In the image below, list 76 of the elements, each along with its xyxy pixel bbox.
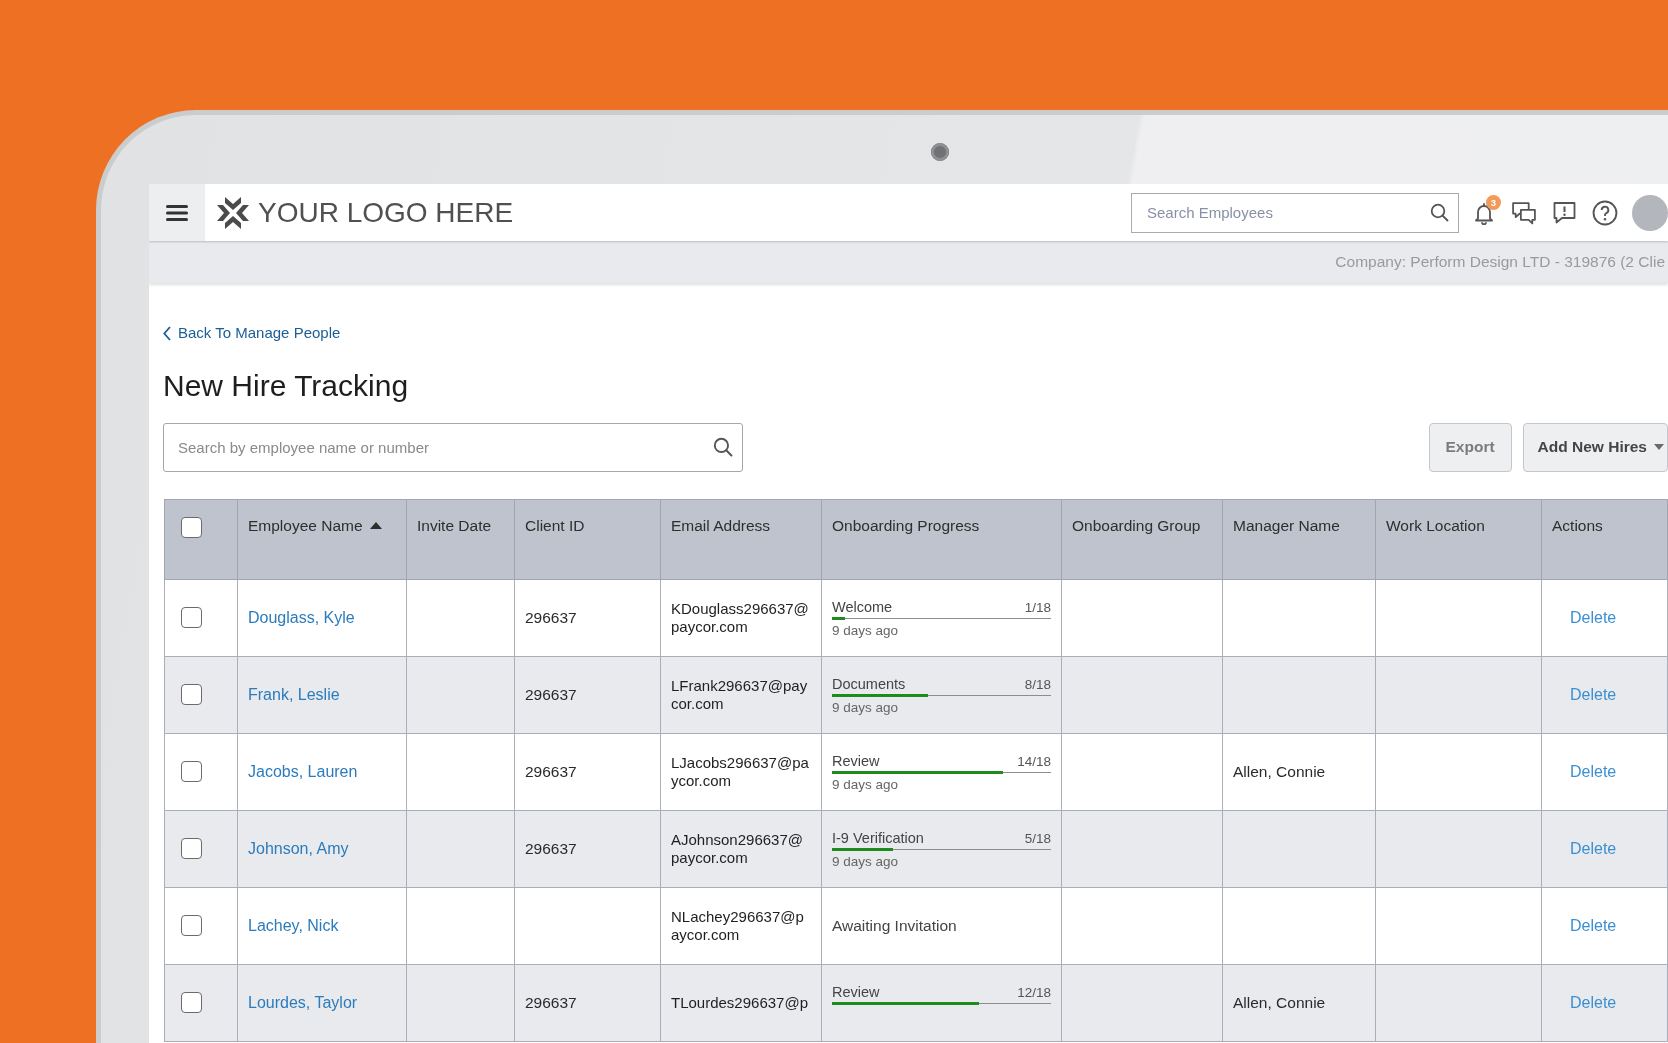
table-cell: AJohnson296637@paycor.com [660, 810, 822, 887]
progress-step-label: Welcome [832, 598, 893, 616]
table-cell: Allen, Connie [1222, 964, 1376, 1041]
row-checkbox[interactable] [181, 915, 202, 936]
menu-icon [166, 204, 188, 221]
employee-name-link[interactable]: Johnson, Amy [248, 839, 349, 857]
dropdown-button[interactable]: Add New Hires [1522, 422, 1668, 472]
feedback-icon[interactable] [1552, 200, 1577, 225]
table-cell: 296637 [514, 579, 661, 656]
table-cell: 296637 [514, 733, 661, 810]
help-icon[interactable] [1592, 199, 1618, 226]
column-header[interactable]: Actions [1541, 499, 1668, 579]
table-cell: 296637 [514, 656, 661, 733]
bell-icon[interactable] [1472, 200, 1496, 225]
progress-count: 1/18 [1024, 598, 1051, 616]
employee-name-link[interactable]: Lachey, Nick [248, 916, 339, 934]
column-header[interactable]: Onboarding Group [1061, 499, 1223, 579]
progress-count: 12/18 [1017, 983, 1051, 1001]
progress-count: 5/18 [1024, 829, 1051, 847]
table-cell: 296637 [514, 964, 661, 1041]
column-header[interactable]: Invite Date [406, 499, 515, 579]
employee-name-link[interactable]: Douglass, Kyle [248, 608, 355, 626]
delete-link[interactable]: Delete [1570, 916, 1617, 934]
logo-icon [216, 195, 250, 230]
caret-down-icon [1654, 444, 1664, 450]
row-checkbox[interactable] [181, 761, 202, 782]
column-header[interactable]: Onboarding Progress [821, 499, 1062, 579]
table-cell: KDouglass296637@paycor.com [660, 579, 822, 656]
logo-text: YOUR LOGO HERE [258, 196, 514, 229]
back-link[interactable]: Back To Manage People [163, 324, 341, 342]
search-icon[interactable] [713, 436, 733, 457]
row-checkbox[interactable] [181, 607, 202, 628]
table-cell: TLourdes296637@p [660, 964, 822, 1041]
delete-link[interactable]: Delete [1570, 685, 1617, 703]
column-header[interactable]: Email Address [660, 499, 822, 579]
row-checkbox[interactable] [181, 684, 202, 705]
progress-age: 9 days ago [832, 776, 900, 793]
progress-age: 9 days ago [832, 699, 900, 716]
table-cell: Awaiting Invitation [821, 887, 1062, 964]
progress-age: 9 days ago [832, 853, 900, 870]
delete-link[interactable]: Delete [1570, 839, 1617, 857]
select-all-checkbox[interactable] [181, 516, 202, 538]
chat-icon[interactable] [1511, 200, 1537, 225]
menu-button[interactable] [149, 184, 205, 241]
table-cell: LJacobs296637@paycor.com [660, 733, 822, 810]
chevron-left-icon [163, 325, 171, 341]
search-field[interactable]: Search by employee name or number [163, 422, 743, 472]
row-checkbox[interactable] [181, 838, 202, 859]
notification-badge: 3 [1486, 194, 1501, 210]
employee-name-link[interactable]: Jacobs, Lauren [248, 762, 358, 780]
progress-step-label: Documents [832, 675, 906, 693]
progress-step-label: Review [832, 983, 880, 1001]
column-header[interactable]: Work Location [1375, 499, 1542, 579]
page-title: New Hire Tracking [163, 367, 409, 404]
table-cell: Allen, Connie [1222, 733, 1376, 810]
column-header[interactable]: Manager Name [1222, 499, 1376, 579]
progress-count: 14/18 [1017, 752, 1051, 770]
employee-name-link[interactable]: Lourdes, Taylor [248, 993, 358, 1011]
progress-age: 9 days ago [832, 622, 900, 639]
progress-count: 8/18 [1024, 675, 1051, 693]
search-icon[interactable] [1430, 202, 1449, 222]
employee-name-link[interactable]: Frank, Leslie [248, 685, 340, 703]
table-cell: 296637 [514, 810, 661, 887]
table-cell: NLachey296637@paycor.com [660, 887, 822, 964]
delete-link[interactable]: Delete [1570, 762, 1617, 780]
column-header[interactable]: Employee Name [237, 499, 407, 579]
delete-link[interactable]: Delete [1570, 608, 1617, 626]
progress-step-label: I-9 Verification [832, 829, 924, 847]
search-field[interactable]: Search Employees [1131, 192, 1459, 233]
table-cell: LFrank296637@paycor.com [660, 656, 822, 733]
delete-link[interactable]: Delete [1570, 993, 1617, 1011]
column-header[interactable]: Client ID [514, 499, 661, 579]
camera-icon [931, 143, 949, 161]
company-label: Company: Perform Design LTD - 319876 (2 Clie [1335, 253, 1665, 271]
row-checkbox[interactable] [181, 992, 202, 1013]
progress-step-label: Review [832, 752, 880, 770]
